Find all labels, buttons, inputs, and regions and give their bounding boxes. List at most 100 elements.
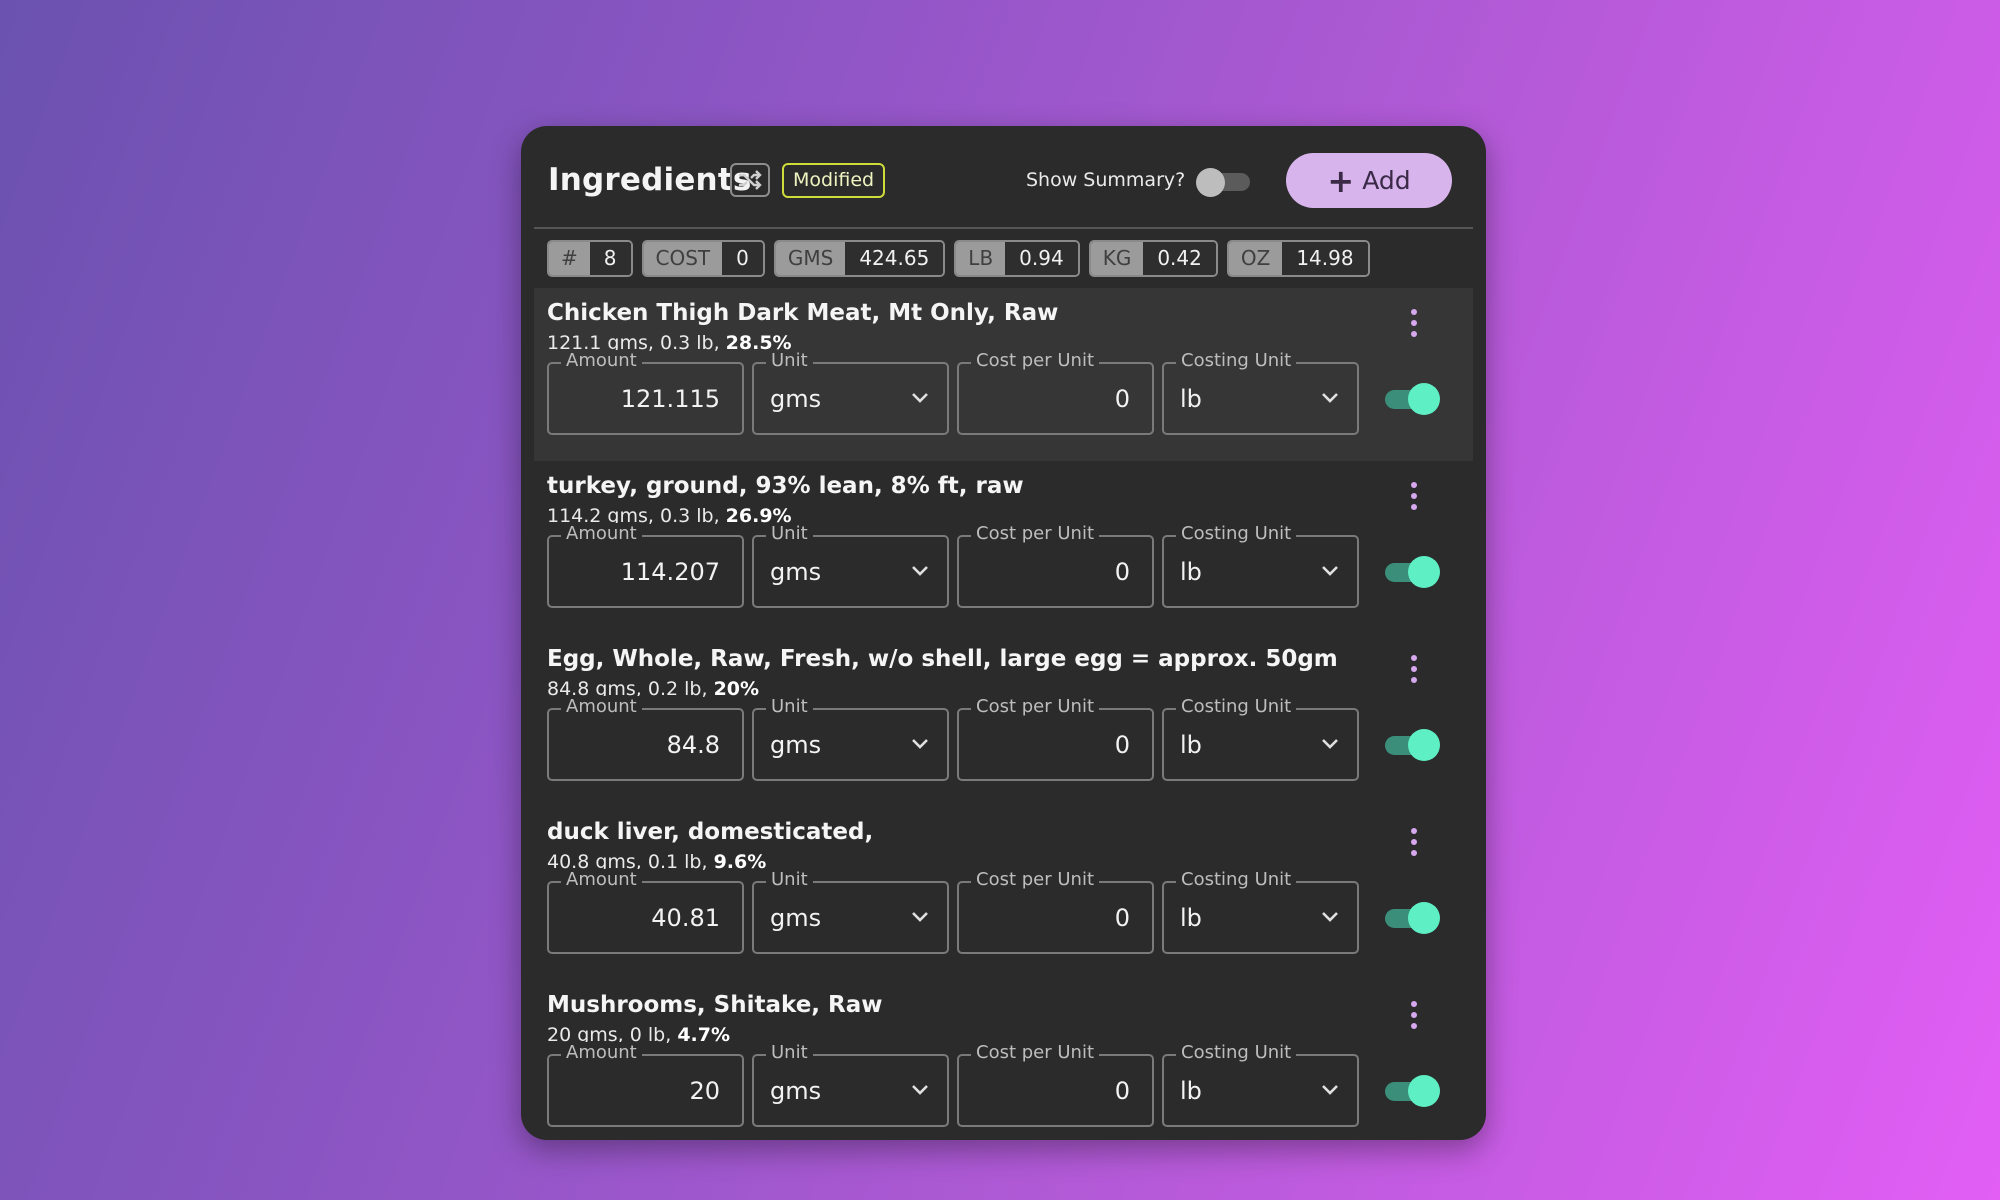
amount-field[interactable]: Amount 121.115 <box>547 350 744 435</box>
toggle-knob <box>1408 902 1440 934</box>
costing-unit-select[interactable]: Costing Unit lb <box>1162 523 1359 608</box>
ingredient-list: Chicken Thigh Dark Meat, Mt Only, Raw 12… <box>534 288 1473 1140</box>
stat-label: # <box>549 242 590 275</box>
amount-label: Amount <box>561 696 642 718</box>
ingredients-panel: Ingredients Modified Show Summary? + Add… <box>521 126 1486 1140</box>
ingredient-name: duck liver, domesticated, <box>547 819 874 845</box>
cost-per-unit-value: 0 <box>1114 731 1130 759</box>
costing-unit-label: Costing Unit <box>1176 350 1297 372</box>
unit-value: gms <box>770 558 822 586</box>
unit-select[interactable]: Unit gms <box>752 869 949 954</box>
ingredient-percent: 4.7% <box>677 1024 731 1046</box>
chevron-down-icon <box>1322 1085 1338 1095</box>
cost-per-unit-field[interactable]: Cost per Unit 0 <box>957 1042 1154 1127</box>
ingredient-row: duck liver, domesticated, 40.8 gms, 0.1 … <box>534 807 1473 980</box>
ingredient-enabled-toggle[interactable] <box>1383 382 1441 416</box>
stat-label: COST <box>643 242 723 275</box>
more-vert-icon[interactable] <box>1399 301 1429 345</box>
amount-value: 114.207 <box>620 558 720 586</box>
amount-field[interactable]: Amount 114.207 <box>547 523 744 608</box>
unit-select[interactable]: Unit gms <box>752 350 949 435</box>
unit-select[interactable]: Unit gms <box>752 696 949 781</box>
toggle-knob <box>1408 1075 1440 1107</box>
cost-per-unit-field[interactable]: Cost per Unit 0 <box>957 869 1154 954</box>
cost-per-unit-label: Cost per Unit <box>971 523 1100 545</box>
ingredient-percent: 20% <box>713 678 760 700</box>
costing-unit-select[interactable]: Costing Unit lb <box>1162 869 1359 954</box>
costing-unit-select[interactable]: Costing Unit lb <box>1162 696 1359 781</box>
unit-select[interactable]: Unit gms <box>752 523 949 608</box>
shuffle-icon <box>739 170 762 190</box>
unit-label: Unit <box>766 1042 813 1064</box>
amount-field[interactable]: Amount 20 <box>547 1042 744 1127</box>
plus-icon: + <box>1327 161 1355 200</box>
stat-lb: LB 0.94 <box>954 240 1080 277</box>
amount-value: 121.115 <box>620 385 720 413</box>
ingredient-enabled-toggle[interactable] <box>1383 555 1441 589</box>
chevron-down-icon <box>912 739 928 749</box>
stat-cost: COST 0 <box>641 240 765 277</box>
stat-label: LB <box>956 242 1006 275</box>
ingredient-percent: 9.6% <box>713 851 767 873</box>
unit-value: gms <box>770 1077 822 1105</box>
unit-value: gms <box>770 904 822 932</box>
chevron-down-icon <box>912 1085 928 1095</box>
show-summary-label: Show Summary? <box>1026 169 1186 191</box>
amount-field[interactable]: Amount 84.8 <box>547 696 744 781</box>
ingredient-enabled-toggle[interactable] <box>1383 728 1441 762</box>
costing-unit-label: Costing Unit <box>1176 1042 1297 1064</box>
stat-value: 0 <box>722 242 763 275</box>
more-vert-icon[interactable] <box>1399 820 1429 864</box>
costing-unit-select[interactable]: Costing Unit lb <box>1162 1042 1359 1127</box>
chevron-down-icon <box>912 566 928 576</box>
stats-row: # 8 COST 0 GMS 424.65 LB 0.94 KG 0.42 OZ… <box>547 240 1370 277</box>
unit-label: Unit <box>766 350 813 372</box>
cost-per-unit-label: Cost per Unit <box>971 869 1100 891</box>
stat-value: 424.65 <box>845 242 944 275</box>
stat-count: # 8 <box>547 240 633 277</box>
cost-per-unit-field[interactable]: Cost per Unit 0 <box>957 523 1154 608</box>
cost-per-unit-field[interactable]: Cost per Unit 0 <box>957 350 1154 435</box>
cost-per-unit-value: 0 <box>1114 385 1130 413</box>
show-summary-toggle[interactable] <box>1196 168 1250 197</box>
ingredient-enabled-toggle[interactable] <box>1383 1074 1441 1108</box>
cost-per-unit-value: 0 <box>1114 558 1130 586</box>
more-vert-icon[interactable] <box>1399 474 1429 518</box>
ingredient-name: Chicken Thigh Dark Meat, Mt Only, Raw <box>547 300 1059 326</box>
amount-label: Amount <box>561 1042 642 1064</box>
ingredient-row: Mushrooms, Shitake, Raw 20 gms, 0 lb, 4.… <box>534 980 1473 1140</box>
amount-label: Amount <box>561 523 642 545</box>
stat-label: GMS <box>775 242 846 275</box>
chevron-down-icon <box>1322 739 1338 749</box>
more-vert-icon[interactable] <box>1399 993 1429 1037</box>
unit-select[interactable]: Unit gms <box>752 1042 949 1127</box>
costing-unit-select[interactable]: Costing Unit lb <box>1162 350 1359 435</box>
ingredient-enabled-toggle[interactable] <box>1383 901 1441 935</box>
shuffle-button[interactable] <box>730 163 770 197</box>
toggle-knob <box>1408 556 1440 588</box>
amount-field[interactable]: Amount 40.81 <box>547 869 744 954</box>
costing-unit-value: lb <box>1180 558 1202 586</box>
chevron-down-icon <box>912 393 928 403</box>
toggle-knob <box>1408 729 1440 761</box>
costing-unit-value: lb <box>1180 385 1202 413</box>
stat-value: 0.94 <box>1005 242 1078 275</box>
ingredient-row: turkey, ground, 93% lean, 8% ft, raw 114… <box>534 461 1473 634</box>
cost-per-unit-label: Cost per Unit <box>971 696 1100 718</box>
chevron-down-icon <box>912 912 928 922</box>
unit-label: Unit <box>766 869 813 891</box>
stat-value: 14.98 <box>1282 242 1368 275</box>
more-vert-icon[interactable] <box>1399 647 1429 691</box>
panel-title: Ingredients <box>548 162 752 198</box>
stat-value: 0.42 <box>1143 242 1216 275</box>
header-divider <box>534 227 1473 229</box>
cost-per-unit-field[interactable]: Cost per Unit 0 <box>957 696 1154 781</box>
unit-label: Unit <box>766 696 813 718</box>
costing-unit-value: lb <box>1180 1077 1202 1105</box>
stat-value: 8 <box>589 242 631 275</box>
add-ingredient-button[interactable]: + Add <box>1286 153 1452 208</box>
costing-unit-value: lb <box>1180 904 1202 932</box>
cost-per-unit-label: Cost per Unit <box>971 1042 1100 1064</box>
ingredient-name: turkey, ground, 93% lean, 8% ft, raw <box>547 473 1024 499</box>
unit-label: Unit <box>766 523 813 545</box>
